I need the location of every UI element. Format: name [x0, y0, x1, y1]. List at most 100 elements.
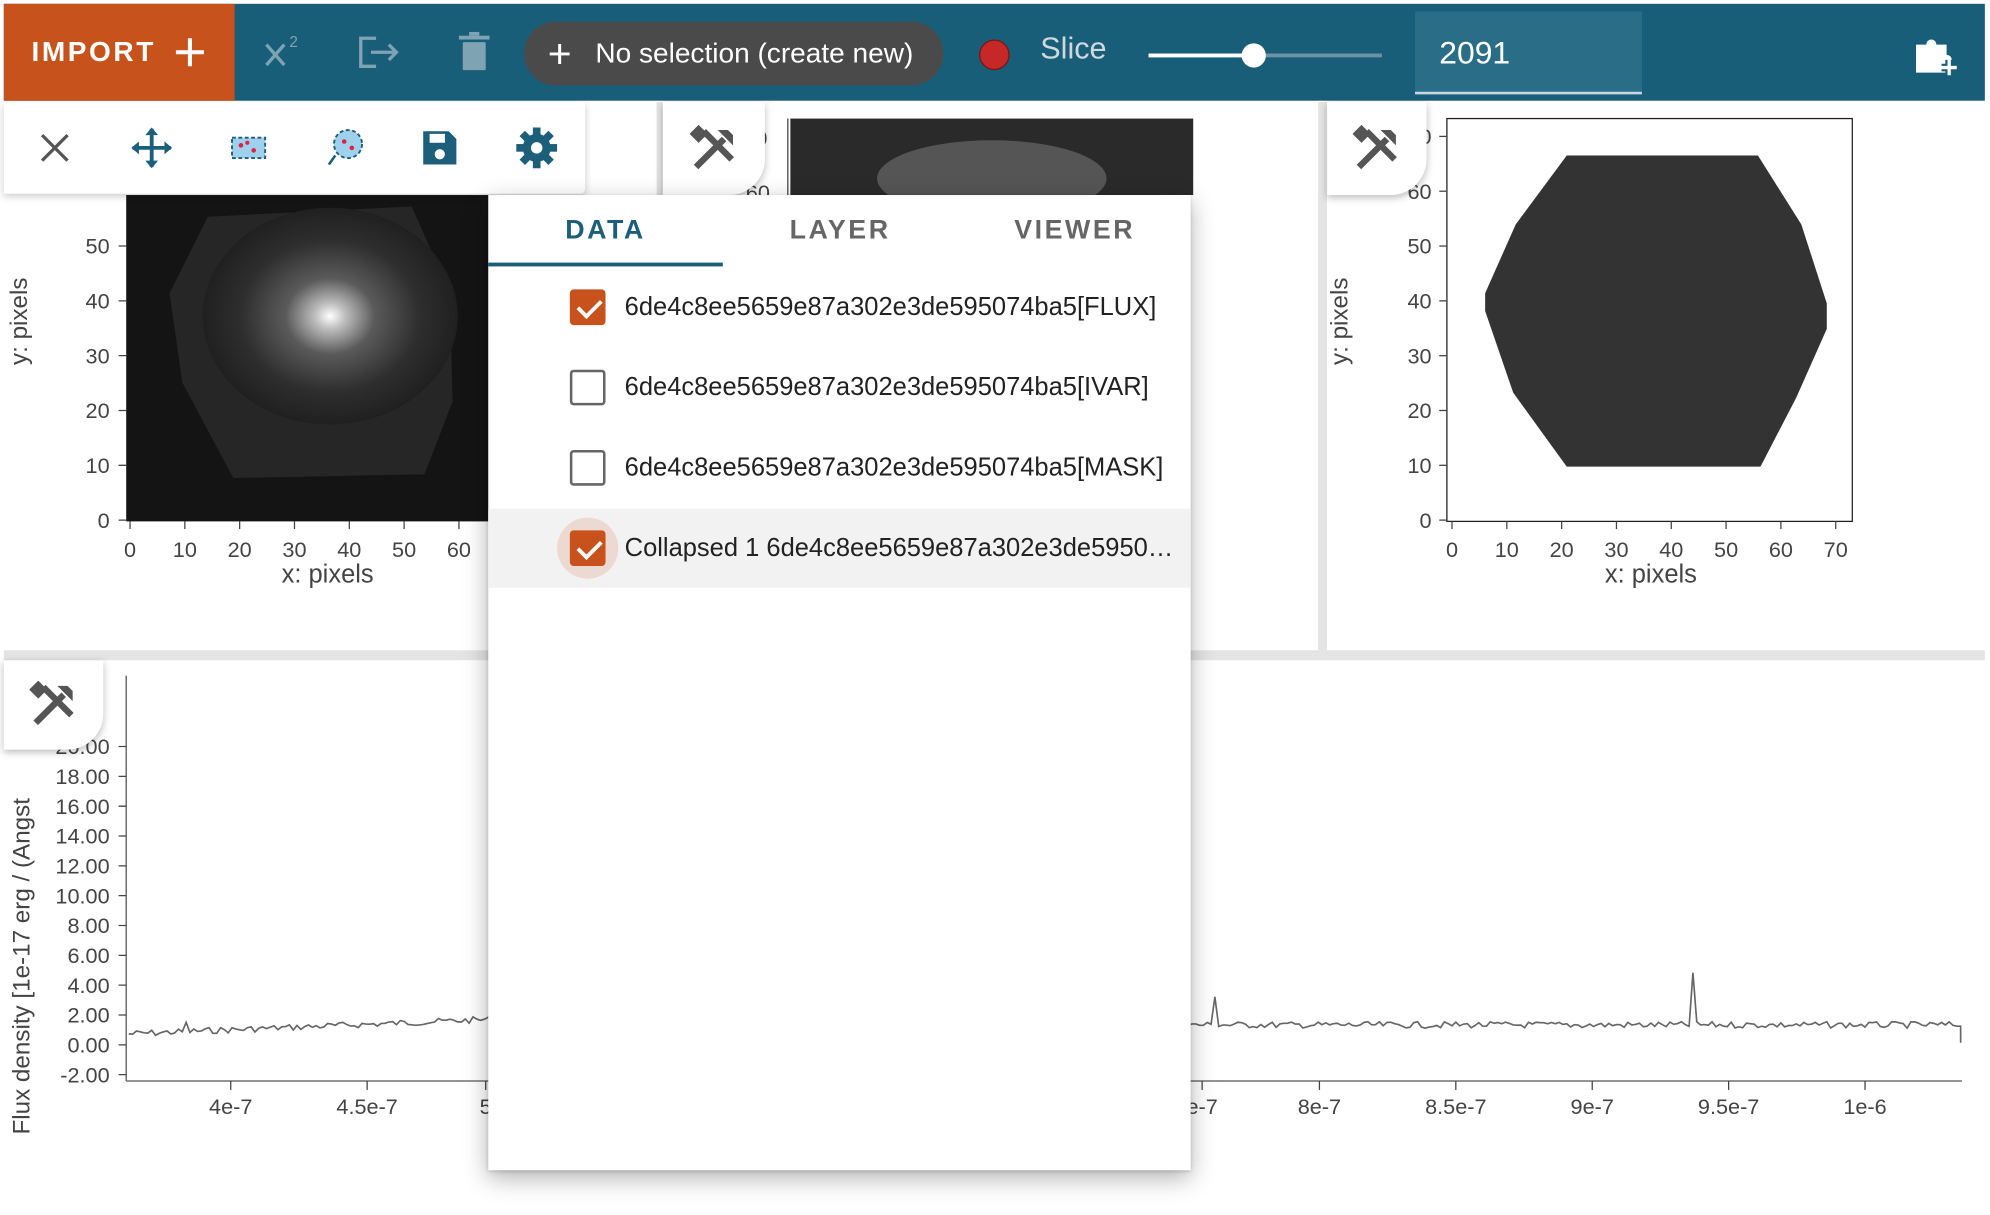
tick-label: 12.00	[55, 853, 109, 878]
slider-fill	[1148, 53, 1254, 58]
tick-label: 60	[1769, 537, 1793, 562]
tick-label: 20	[86, 398, 110, 423]
data-item[interactable]: 6de4c8ee5659e87a302e3de595074ba5[MASK]	[488, 428, 1190, 507]
x-axis-label: x: pixels	[1605, 561, 1697, 589]
gear-icon[interactable]	[511, 122, 562, 173]
top-toolbar: IMPORT 2 + No selection (create new) Sli…	[3, 3, 1985, 101]
slice-slider[interactable]	[1148, 43, 1382, 68]
app-root: IMPORT 2 + No selection (create new) Sli…	[0, 0, 1990, 1215]
tick-label: 10	[173, 537, 197, 562]
data-item-label: 6de4c8ee5659e87a302e3de595074ba5[MASK]	[624, 453, 1164, 482]
tick-label: 40	[1659, 537, 1683, 562]
close-icon[interactable]	[29, 122, 80, 173]
collapsed-image	[1485, 155, 1827, 467]
tick-label: 0	[1446, 537, 1458, 562]
data-checkbox[interactable]	[569, 530, 606, 567]
tick-label: -2.00	[60, 1062, 109, 1087]
tick-label: 0	[1420, 508, 1432, 533]
tick-label: 4e-7	[209, 1094, 252, 1119]
tab-viewer[interactable]: VIEWER	[957, 195, 1192, 266]
tools-icon	[1352, 124, 1397, 169]
tick-label: 30	[86, 343, 110, 368]
data-checkbox[interactable]	[569, 369, 606, 406]
tools-icon	[689, 124, 734, 169]
svg-text:2: 2	[289, 34, 298, 51]
viewer-tools-button[interactable]	[3, 660, 104, 750]
menu-tabs: DATA LAYER VIEWER	[488, 195, 1192, 267]
subset-select[interactable]: + No selection (create new)	[523, 21, 944, 86]
x-axis-label: x: pixels	[282, 561, 374, 589]
plus-icon	[176, 38, 205, 67]
data-item[interactable]: 6de4c8ee5659e87a302e3de595074ba5[IVAR]	[488, 348, 1190, 427]
data-checkbox[interactable]	[569, 450, 606, 486]
tick-label: 9.5e-7	[1698, 1094, 1759, 1119]
tick-label: 1e-6	[1843, 1094, 1886, 1119]
tick-label: 4.5e-7	[336, 1094, 397, 1119]
y-axis-label: y: pixels	[1327, 277, 1353, 364]
rectangle-roi-icon[interactable]	[223, 122, 274, 173]
record-icon[interactable]	[979, 39, 1010, 71]
viewer-toolbar	[3, 101, 586, 194]
tick-label: 40	[1408, 289, 1432, 314]
data-item-label: 6de4c8ee5659e87a302e3de595074ba5[IVAR]	[624, 372, 1149, 401]
tick-label: 8e-7	[1298, 1094, 1341, 1119]
viewer-tools-button[interactable]	[1327, 101, 1427, 196]
tick-label: 8.00	[67, 913, 109, 938]
data-item-label: Collapsed 1 6de4c8ee5659e87a302e3de5950…	[624, 533, 1174, 562]
tick-label: 40	[337, 537, 361, 562]
tab-layer[interactable]: LAYER	[723, 195, 958, 266]
slice-label: Slice	[1040, 31, 1107, 67]
slider-thumb[interactable]	[1242, 43, 1267, 68]
tick-label: 30	[1604, 537, 1628, 562]
tick-label: 40	[86, 289, 110, 314]
slice-input[interactable]: 2091	[1415, 11, 1642, 95]
export-icon[interactable]	[353, 27, 404, 78]
tick-label: 16.00	[55, 794, 109, 819]
viewer-tools-button[interactable]	[662, 101, 765, 196]
data-item[interactable]: 6de4c8ee5659e87a302e3de595074ba5[FLUX]	[488, 268, 1190, 347]
data-checkbox[interactable]	[569, 289, 606, 326]
y-axis-label: y: pixels	[6, 277, 33, 365]
tick-label: 4.00	[67, 973, 109, 998]
import-button[interactable]: IMPORT	[3, 3, 235, 101]
tick-label: 20	[1550, 537, 1574, 562]
add-viewer-icon[interactable]	[1911, 29, 1962, 80]
tick-label: 50	[86, 234, 110, 259]
tick-label: 0	[124, 537, 136, 562]
circle-roi-icon[interactable]	[320, 122, 371, 173]
image-viewer-canvas[interactable]: 010203040506070 010203040506070 y: pixel…	[1326, 102, 1985, 650]
slice-value: 2091	[1439, 35, 1511, 72]
image-viewer-collapsed[interactable]: 010203040506070 010203040506070 y: pixel…	[1326, 101, 1985, 651]
tick-label: 10.00	[55, 883, 109, 908]
tick-label: 60	[447, 537, 471, 562]
save-icon[interactable]	[414, 122, 465, 173]
tick-label: 8.5e-7	[1425, 1094, 1486, 1119]
tick-label: 30	[282, 537, 306, 562]
layout-divider[interactable]	[1318, 101, 1328, 651]
tick-label: 18.00	[55, 764, 109, 789]
tick-label: 0	[98, 508, 110, 533]
tick-label: 50	[1408, 234, 1432, 259]
tick-label: 50	[1714, 537, 1738, 562]
galaxy-image	[202, 207, 458, 425]
tick-label: 20	[1408, 398, 1432, 423]
tick-label: 10	[1495, 537, 1519, 562]
data-item-label: 6de4c8ee5659e87a302e3de595074ba5[FLUX]	[624, 292, 1157, 321]
tick-label: 70	[1824, 537, 1848, 562]
y-axis-label: Flux density [1e-17 erg / (Angst	[8, 798, 35, 1135]
tick-label: 20	[228, 537, 252, 562]
trash-icon[interactable]	[449, 27, 500, 78]
tick-label: e-7	[1186, 1094, 1217, 1119]
plus-icon: +	[547, 30, 572, 77]
subset-label: No selection (create new)	[595, 36, 914, 69]
tick-label: 0.00	[67, 1032, 109, 1057]
tick-label: 10	[86, 453, 110, 478]
x-squared-icon[interactable]: 2	[259, 27, 310, 78]
pan-zoom-icon[interactable]	[126, 122, 177, 173]
data-item[interactable]: Collapsed 1 6de4c8ee5659e87a302e3de5950…	[488, 508, 1191, 588]
tools-icon	[29, 680, 74, 726]
tick-label: 30	[1408, 343, 1432, 368]
data-menu: DATA LAYER VIEWER 6de4c8ee5659e87a302e3d…	[488, 195, 1192, 1171]
tab-data[interactable]: DATA	[488, 195, 723, 266]
tick-label: 9e-7	[1571, 1094, 1614, 1119]
